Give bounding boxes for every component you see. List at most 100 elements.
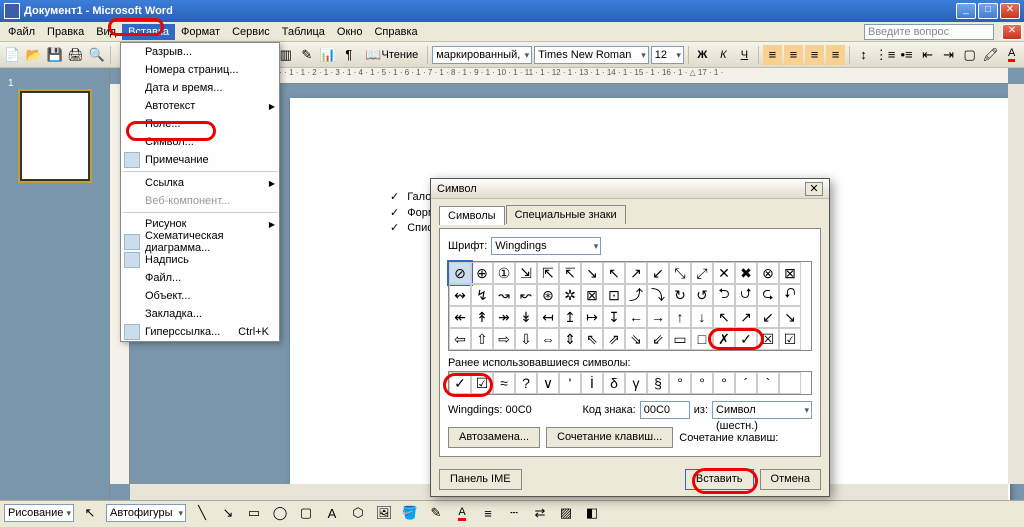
italic-icon[interactable]: К <box>714 45 733 65</box>
recent-symbol-cell[interactable]: § <box>647 372 669 394</box>
select-icon[interactable]: ↖ <box>80 503 100 523</box>
symbol-cell[interactable]: ↙ <box>757 306 779 328</box>
rect-icon[interactable]: ▭ <box>244 503 264 523</box>
preview-icon[interactable]: 🔍 <box>87 45 106 65</box>
cancel-button[interactable]: Отмена <box>760 469 821 490</box>
symbol-cell[interactable]: ⊠ <box>581 284 603 306</box>
menu-item-[interactable]: Примечание <box>121 151 279 169</box>
menu-item-[interactable]: Номера страниц... <box>121 61 279 79</box>
menu-window[interactable]: Окно <box>331 24 369 40</box>
autoshapes-menu[interactable]: Автофигуры <box>106 504 186 522</box>
font-color-icon[interactable]: A <box>1002 45 1021 65</box>
menu-item-[interactable]: Дата и время... <box>121 79 279 97</box>
clipart-icon[interactable]: 🖼 <box>374 503 394 523</box>
menu-item-[interactable]: Символ... <box>121 133 279 151</box>
symbol-cell[interactable]: ✓ <box>735 328 757 350</box>
border-icon[interactable]: ▢ <box>960 45 979 65</box>
symbol-cell[interactable]: ⮌ <box>713 284 735 306</box>
recent-symbol-cell[interactable]: γ <box>625 372 647 394</box>
arrow-icon[interactable]: ↘ <box>218 503 238 523</box>
symbol-cell[interactable]: ↯ <box>471 284 493 306</box>
recent-symbol-cell[interactable] <box>779 372 801 394</box>
symbol-cell[interactable]: ↘ <box>779 306 801 328</box>
ime-panel-button[interactable]: Панель IME <box>439 469 522 490</box>
dash-style-icon[interactable]: ┄ <box>504 503 524 523</box>
recent-symbol-cell[interactable]: İ <box>581 372 603 394</box>
menu-view[interactable]: Вид <box>90 24 122 40</box>
vertical-scrollbar[interactable] <box>1008 84 1024 484</box>
menu-edit[interactable]: Правка <box>41 24 90 40</box>
align-right-icon[interactable]: ≡ <box>805 45 824 65</box>
thumbnail-pane[interactable]: 1 <box>0 68 110 500</box>
new-doc-icon[interactable]: 📄 <box>3 45 22 65</box>
symbol-cell[interactable]: ✲ <box>559 284 581 306</box>
wordart-icon[interactable]: A <box>322 503 342 523</box>
reading-button[interactable]: 📖 Чтение <box>360 45 423 65</box>
menu-help[interactable]: Справка <box>368 24 423 40</box>
symbol-cell[interactable]: □ <box>691 328 713 350</box>
oval-icon[interactable]: ◯ <box>270 503 290 523</box>
menu-item-[interactable]: Объект... <box>121 287 279 305</box>
symbol-cell[interactable]: ↗ <box>735 306 757 328</box>
symbol-cell[interactable]: ↖ <box>713 306 735 328</box>
symbol-cell[interactable]: ⤢ <box>691 262 713 284</box>
symbol-cell[interactable]: ✗ <box>713 328 735 350</box>
symbol-cell[interactable]: ⇔ <box>537 328 559 350</box>
para-icon[interactable]: ¶ <box>339 45 358 65</box>
print-icon[interactable]: 🖨 <box>66 45 85 65</box>
line-icon[interactable]: ╲ <box>192 503 212 523</box>
symbol-cell[interactable]: ↡ <box>515 306 537 328</box>
bold-icon[interactable]: Ж <box>693 45 712 65</box>
menu-item-[interactable]: Файл... <box>121 269 279 287</box>
recent-symbol-cell[interactable]: ° <box>669 372 691 394</box>
symbol-cell[interactable]: ↻ <box>669 284 691 306</box>
highlight-icon[interactable]: 🖍 <box>981 45 1000 65</box>
symbol-cell[interactable]: ↥ <box>559 306 581 328</box>
symbol-cell[interactable]: ⮍ <box>735 284 757 306</box>
3d-icon[interactable]: ◧ <box>582 503 602 523</box>
justify-icon[interactable]: ≡ <box>826 45 845 65</box>
numbering-icon[interactable]: ⋮≡ <box>875 45 895 65</box>
align-center-icon[interactable]: ≡ <box>784 45 803 65</box>
symbol-cell[interactable]: ⇩ <box>515 328 537 350</box>
symbol-cell[interactable]: ↝ <box>493 284 515 306</box>
menu-format[interactable]: Формат <box>175 24 226 40</box>
insert-button[interactable]: Вставить <box>685 469 754 490</box>
menu-tools[interactable]: Сервис <box>226 24 276 40</box>
menu-item-[interactable]: Веб-компонент... <box>121 192 279 210</box>
underline-icon[interactable]: Ч <box>735 45 754 65</box>
recent-symbol-cell[interactable]: ✓ <box>449 372 471 394</box>
symbol-cell[interactable]: ✕ <box>713 262 735 284</box>
symbol-cell[interactable]: ↘ <box>581 262 603 284</box>
align-left-icon[interactable]: ≡ <box>763 45 782 65</box>
font-select[interactable]: Times New Roman <box>534 46 649 64</box>
symbol-cell[interactable]: ⇱ <box>537 262 559 284</box>
symbol-cell[interactable]: ▭ <box>669 328 691 350</box>
symbol-cell[interactable]: ⤵ <box>647 284 669 306</box>
recent-symbol-cell[interactable]: δ <box>603 372 625 394</box>
menu-insert[interactable]: Вставка <box>122 24 175 40</box>
maximize-button[interactable]: □ <box>978 3 998 19</box>
bullets-icon[interactable]: •≡ <box>897 45 916 65</box>
menu-table[interactable]: Таблица <box>276 24 331 40</box>
open-icon[interactable]: 📂 <box>24 45 43 65</box>
symbol-cell[interactable]: ↠ <box>493 306 515 328</box>
indent-icon[interactable]: ⇥ <box>939 45 958 65</box>
menu-item-[interactable]: Разрыв... <box>121 43 279 61</box>
symbol-cell[interactable]: ⇧ <box>471 328 493 350</box>
symbol-cell[interactable]: ⤡ <box>669 262 691 284</box>
symbol-cell[interactable]: ↭ <box>449 284 471 306</box>
recent-symbol-cell[interactable]: ∨ <box>537 372 559 394</box>
symbol-cell[interactable]: ← <box>625 306 647 328</box>
recent-symbol-cell[interactable]: ° <box>691 372 713 394</box>
recent-symbol-cell[interactable]: ` <box>757 372 779 394</box>
symbol-cell[interactable]: ⇨ <box>493 328 515 350</box>
symbol-cell[interactable]: ↗ <box>625 262 647 284</box>
symbol-cell[interactable]: ↦ <box>581 306 603 328</box>
symbol-cell[interactable]: ⇖ <box>581 328 603 350</box>
line-color-icon[interactable]: ✎ <box>426 503 446 523</box>
close-button[interactable]: ✕ <box>1000 3 1020 19</box>
menu-item-[interactable]: Закладка... <box>121 305 279 323</box>
menu-item-[interactable]: Поле... <box>121 115 279 133</box>
recent-symbol-cell[interactable]: ? <box>515 372 537 394</box>
